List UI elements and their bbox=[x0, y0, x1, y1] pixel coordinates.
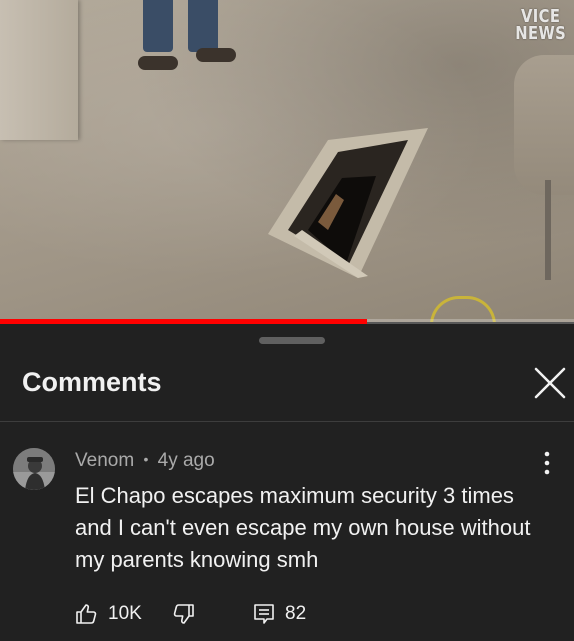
like-button[interactable]: 10K bbox=[75, 597, 142, 631]
comments-panel: Comments Venom • 4y ago El Chapo escapes… bbox=[0, 324, 574, 641]
reply-icon bbox=[254, 604, 274, 624]
tunnel-hole bbox=[268, 128, 428, 278]
like-icon bbox=[76, 604, 97, 624]
vice-news-watermark: VICE NEWS bbox=[515, 8, 566, 44]
wooden-prop bbox=[514, 55, 574, 195]
concrete-pillar bbox=[0, 0, 78, 140]
avatar-image bbox=[13, 448, 55, 490]
comment-item: Venom • 4y ago El Chapo escapes maximum … bbox=[0, 422, 574, 641]
comment-author[interactable]: Venom bbox=[75, 450, 134, 471]
person-shoe-left bbox=[138, 56, 178, 70]
person-leg-right bbox=[188, 0, 218, 52]
close-icon bbox=[534, 367, 566, 399]
comment-text: El Chapo escapes maximum security 3 time… bbox=[75, 483, 531, 572]
prop-leg bbox=[545, 180, 551, 280]
more-options-button[interactable] bbox=[535, 450, 559, 476]
comment-actions: 10K 82 bbox=[75, 597, 475, 631]
more-vert-icon bbox=[544, 451, 550, 475]
dislike-button[interactable] bbox=[171, 597, 195, 631]
meta-separator: • bbox=[143, 451, 149, 467]
comment-time: 4y ago bbox=[157, 450, 215, 471]
comment-meta: Venom • 4y ago bbox=[75, 450, 215, 472]
dislike-icon bbox=[173, 604, 194, 624]
avatar[interactable] bbox=[13, 448, 55, 490]
drag-handle[interactable] bbox=[259, 337, 325, 344]
person-shoe-right bbox=[196, 48, 236, 62]
reply-count: 82 bbox=[285, 603, 307, 624]
watermark-line2: NEWS bbox=[515, 23, 566, 44]
like-count: 10K bbox=[108, 603, 142, 624]
video-player[interactable]: VICE NEWS bbox=[0, 0, 574, 322]
reply-button[interactable]: 82 bbox=[252, 597, 306, 631]
panel-title: Comments bbox=[22, 367, 162, 397]
person-leg-left bbox=[143, 0, 173, 52]
close-button[interactable] bbox=[532, 365, 568, 401]
